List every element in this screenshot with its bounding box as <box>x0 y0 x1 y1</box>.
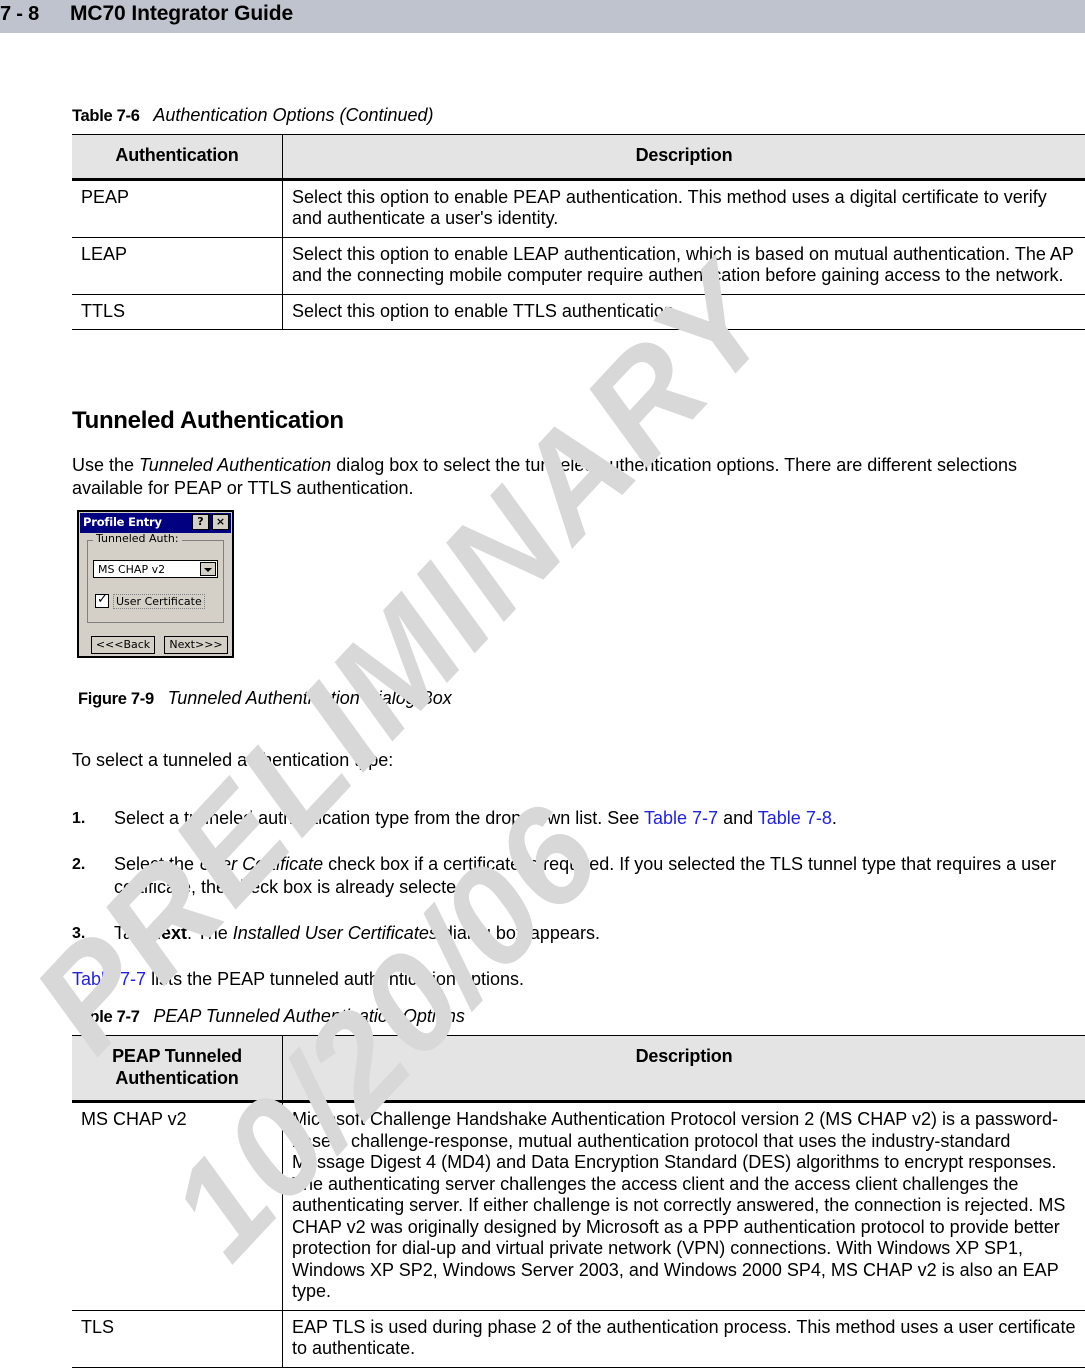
cell-peap-ms-chap-v2: MS CHAP v2 <box>72 1102 283 1311</box>
step-3-emphasis: Installed User Certificates <box>233 923 438 943</box>
close-icon[interactable]: × <box>212 514 229 530</box>
cell-auth-peap: PEAP <box>72 179 283 237</box>
tunneled-auth-dropdown-value: MS CHAP v2 <box>98 563 165 576</box>
user-certificate-checkbox-label: User Certificate <box>113 594 205 609</box>
table-7-7-caption-number: Table 7-7 <box>72 1008 140 1026</box>
table-row: MS CHAP v2 Microsoft Challenge Handshake… <box>72 1102 1085 1311</box>
step-2-number: 2. <box>72 853 85 876</box>
step-3-number: 3. <box>72 922 85 945</box>
profile-entry-dialog-screenshot: Profile Entry ? × Tunneled Auth: MS CHAP… <box>77 510 234 658</box>
step-3-text-post: dialog box appears. <box>438 923 600 943</box>
user-certificate-checkbox[interactable] <box>95 594 109 608</box>
column-header-line-2: Authentication <box>115 1068 238 1088</box>
table-row: TLS EAP TLS is used during phase 2 of th… <box>72 1310 1085 1367</box>
xref-table-7-8[interactable]: Table 7-8 <box>758 808 832 828</box>
step-3-text-pre: Tap <box>114 923 148 943</box>
table-7-7-lead-paragraph: Table 7-7 lists the PEAP tunneled authen… <box>72 968 524 991</box>
procedure-lead-in: To select a tunneled authentication type… <box>72 749 393 772</box>
procedure-step-2: 2. Select the User Certificate check box… <box>72 853 1077 899</box>
cell-desc-peap: Select this option to enable PEAP authen… <box>283 179 1085 237</box>
table-row: PEAP Select this option to enable PEAP a… <box>72 179 1085 237</box>
back-button[interactable]: <<<Back <box>91 636 155 654</box>
step-1-text-pre: Select a tunneled authentication type fr… <box>114 808 644 828</box>
step-1-number: 1. <box>72 807 85 830</box>
column-header-peap-tunneled-authentication: PEAP Tunneled Authentication <box>72 1036 283 1102</box>
figure-7-9-caption: Figure 7-9 Tunneled Authentication Dialo… <box>78 688 452 709</box>
next-button[interactable]: Next>>> <box>164 636 228 654</box>
column-header-description: Description <box>283 1036 1085 1102</box>
tunneled-auth-group-label: Tunneled Auth: <box>93 533 182 544</box>
step-3-text-mid: . The <box>187 923 233 943</box>
table-header-row: PEAP Tunneled Authentication Description <box>72 1036 1085 1102</box>
tunneled-auth-dropdown[interactable]: MS CHAP v2 <box>93 560 218 578</box>
cell-desc-ttls: Select this option to enable TTLS authen… <box>283 294 1085 330</box>
table-7-6: Authentication Description PEAP Select t… <box>72 134 1085 330</box>
table-7-6-caption: Table 7-6 Authentication Options (Contin… <box>72 105 434 126</box>
table-7-7-lead-text: lists the PEAP tunneled authentication o… <box>146 969 524 989</box>
column-header-line-1: PEAP Tunneled <box>112 1046 242 1066</box>
section-heading-tunneled-authentication: Tunneled Authentication <box>72 407 344 435</box>
table-7-7: PEAP Tunneled Authentication Description… <box>72 1035 1085 1368</box>
step-3-text: Tap Next. The Installed User Certificate… <box>114 922 1077 945</box>
xref-table-7-7-lead[interactable]: Table 7-7 <box>72 969 146 989</box>
step-2-text-pre: Select the <box>114 854 199 874</box>
table-7-7-caption-text: PEAP Tunneled Authentication Options <box>153 1006 465 1026</box>
step-1-text-post: . <box>832 808 837 828</box>
table-row: LEAP Select this option to enable LEAP a… <box>72 237 1085 294</box>
procedure-step-3: 3. Tap Next. The Installed User Certific… <box>72 922 1077 945</box>
step-3-strong: Next <box>148 923 187 943</box>
column-header-description: Description <box>283 135 1085 180</box>
figure-7-9-caption-number: Figure 7-9 <box>78 690 154 708</box>
step-2-text: Select the User Certificate check box if… <box>114 853 1077 899</box>
help-icon[interactable]: ? <box>192 514 209 530</box>
cell-desc-leap: Select this option to enable LEAP authen… <box>283 237 1085 294</box>
book-title: MC70 Integrator Guide <box>70 2 293 26</box>
table-7-6-caption-number: Table 7-6 <box>72 107 140 125</box>
cell-desc-tls: EAP TLS is used during phase 2 of the au… <box>283 1310 1085 1367</box>
table-header-row: Authentication Description <box>72 135 1085 180</box>
step-1-text-mid: and <box>718 808 758 828</box>
cell-desc-ms-chap-v2: Microsoft Challenge Handshake Authentica… <box>283 1102 1085 1311</box>
xref-table-7-7[interactable]: Table 7-7 <box>644 808 718 828</box>
cell-auth-ttls: TTLS <box>72 294 283 330</box>
watermark-line-preliminary: PRELIMINARY <box>2 236 807 1082</box>
step-1-text: Select a tunneled authentication type fr… <box>114 807 1077 830</box>
cell-auth-leap: LEAP <box>72 237 283 294</box>
section-intro-paragraph: Use the Tunneled Authentication dialog b… <box>72 454 1077 500</box>
cell-peap-tls: TLS <box>72 1310 283 1367</box>
step-2-emphasis: User Certificate <box>199 854 323 874</box>
intro-text-part1: Use the <box>72 455 139 475</box>
chevron-down-icon[interactable] <box>200 562 216 576</box>
dialog-title: Profile Entry <box>83 515 162 529</box>
tunneled-auth-group-box <box>87 540 224 623</box>
intro-emphasis: Tunneled Authentication <box>139 455 331 475</box>
page-running-header: 7 - 8 MC70 Integrator Guide <box>0 0 1085 33</box>
page-folio: 7 - 8 <box>0 3 39 26</box>
table-row: TTLS Select this option to enable TTLS a… <box>72 294 1085 330</box>
table-7-7-caption: Table 7-7 PEAP Tunneled Authentication O… <box>72 1006 465 1027</box>
procedure-step-1: 1. Select a tunneled authentication type… <box>72 807 1077 830</box>
figure-7-9-caption-text: Tunneled Authentication Dialog Box <box>168 688 452 708</box>
column-header-authentication: Authentication <box>72 135 283 180</box>
table-7-6-caption-text: Authentication Options (Continued) <box>153 105 433 125</box>
